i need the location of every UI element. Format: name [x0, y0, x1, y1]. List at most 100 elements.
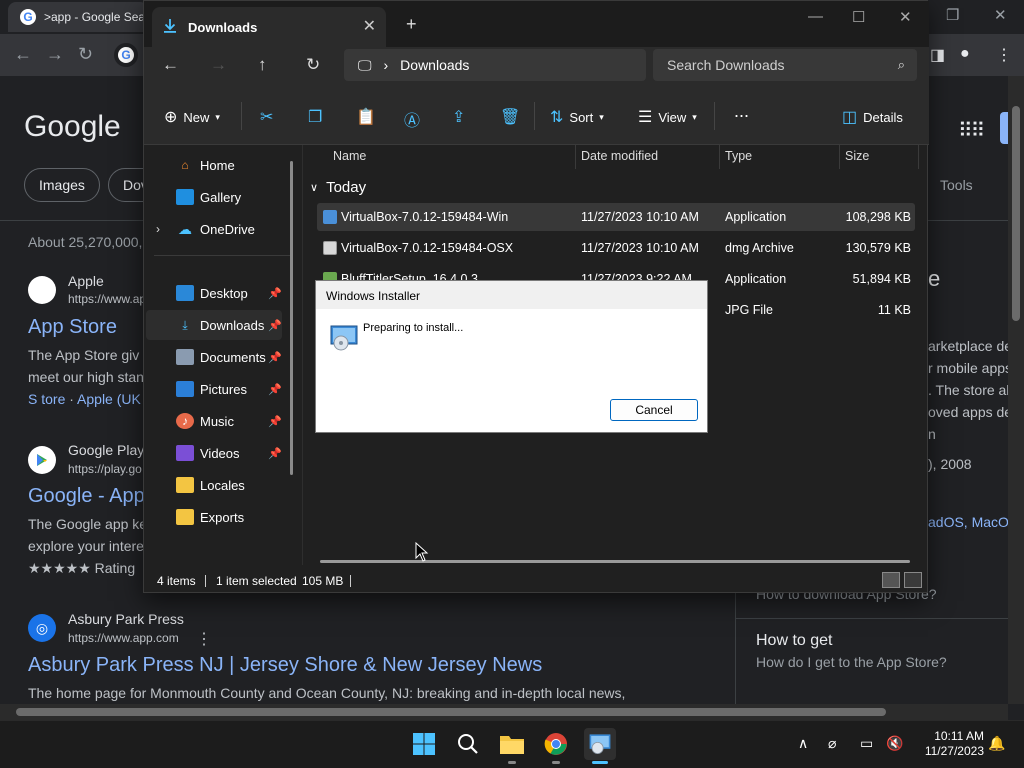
sidebar-item-videos[interactable]: Videos 📌	[146, 438, 282, 468]
kp-platforms[interactable]: adOS, MacO	[928, 514, 1008, 530]
chrome-menu-icon[interactable]: ⋮	[996, 45, 1012, 65]
address-bar[interactable]: 🖵 › Downloads	[344, 49, 646, 81]
rename-button[interactable]: Ⓐ	[404, 107, 420, 131]
cancel-button[interactable]: Cancel	[610, 399, 698, 421]
divider[interactable]	[839, 145, 840, 169]
search-taskbar-button[interactable]	[452, 728, 484, 760]
pin-icon[interactable]: 📌	[268, 415, 282, 428]
divider[interactable]	[719, 145, 720, 169]
chrome-profile-icon[interactable]: ●	[960, 45, 970, 63]
start-button[interactable]	[408, 728, 440, 760]
close-window-icon[interactable]: ✕	[899, 8, 912, 26]
delete-button[interactable]: 🗑	[500, 107, 520, 127]
pin-icon[interactable]: 📌	[268, 287, 282, 300]
sidebar-scrollbar[interactable]	[290, 161, 293, 475]
divider	[241, 102, 242, 130]
chrome-taskbar-button[interactable]	[540, 728, 572, 760]
up-icon[interactable]: ↑	[258, 55, 267, 75]
result-title-link[interactable]: App Store	[28, 316, 117, 339]
result-snippet: The App Store giv	[28, 347, 140, 363]
status-selected: 1 item selected	[216, 574, 297, 588]
more-options-button[interactable]: ...	[734, 101, 749, 122]
view-button[interactable]: ☰ View ▾	[638, 107, 697, 127]
display-icon[interactable]: ▭	[860, 735, 873, 752]
chrome-close-icon[interactable]: ✕	[994, 6, 1007, 24]
file-row[interactable]: VirtualBox-7.0.12-159484-OSX 11/27/2023 …	[317, 234, 915, 262]
sign-in-button[interactable]	[1000, 112, 1008, 144]
sidebar-item-pictures[interactable]: Pictures 📌	[146, 374, 282, 404]
result-sublink[interactable]: S tore	[28, 391, 65, 407]
column-header-date[interactable]: Date modified	[581, 149, 658, 163]
system-clock[interactable]: 10:11 AM 11/27/2023	[914, 729, 984, 759]
paste-button[interactable]: 📋	[356, 107, 376, 127]
chrome-forward-icon[interactable]: →	[46, 44, 64, 65]
result-sublink[interactable]: Apple (UK	[77, 391, 141, 407]
sort-button[interactable]: ⇅ Sort ▾	[550, 107, 604, 127]
sidebar-item-gallery[interactable]: Gallery	[146, 182, 282, 212]
result-more-icon[interactable]: ⋮	[196, 629, 212, 649]
copy-button[interactable]: ❐	[308, 107, 322, 127]
tools-button[interactable]: Tools	[940, 177, 973, 193]
pin-icon[interactable]: 📌	[268, 447, 282, 460]
explorer-tab-downloads[interactable]: Downloads ✕	[152, 7, 386, 47]
google-apps-icon[interactable]: ⠿⠿	[958, 118, 985, 143]
sidebar-item-downloads[interactable]: ⤓ Downloads 📌	[146, 310, 282, 340]
column-header-type[interactable]: Type	[725, 149, 752, 163]
breadcrumb-downloads[interactable]: Downloads	[400, 57, 469, 73]
sidebar-item-onedrive[interactable]: › ☁ OneDrive	[146, 214, 282, 244]
rename-icon: Ⓐ	[404, 113, 421, 130]
file-explorer-taskbar-button[interactable]	[496, 728, 528, 760]
tiles-view-icon[interactable]	[904, 572, 922, 588]
files-horizontal-scrollbar[interactable]	[320, 560, 910, 563]
group-header-today[interactable]: ∨ Today	[310, 179, 366, 196]
faq-question[interactable]: How to get	[756, 632, 832, 650]
chrome-reload-icon[interactable]: ↻	[78, 44, 93, 65]
cut-button[interactable]: ✂	[260, 107, 273, 127]
search-input[interactable]: Search Downloads ⌕	[653, 49, 917, 81]
sidebar-item-music[interactable]: ♪ Music 📌	[146, 406, 282, 436]
chrome-tab[interactable]: G >app - Google Search	[8, 2, 148, 32]
new-button[interactable]: ⊕ New ▾	[164, 107, 220, 127]
pin-icon[interactable]: 📌	[268, 383, 282, 396]
details-view-icon[interactable]	[882, 572, 900, 588]
file-row[interactable]: VirtualBox-7.0.12-159484-Win 11/27/2023 …	[317, 203, 915, 231]
page-horizontal-scrollbar[interactable]	[0, 704, 1008, 720]
sidebar-item-desktop[interactable]: Desktop 📌	[146, 278, 282, 308]
minimize-icon[interactable]: —	[808, 8, 823, 25]
maximize-icon[interactable]: ☐	[852, 8, 865, 26]
sidebar-item-documents[interactable]: Documents 📌	[146, 342, 282, 372]
pin-icon[interactable]: 📌	[268, 319, 282, 332]
details-button[interactable]: ◫ Details	[842, 107, 903, 127]
chrome-sidepanel-icon[interactable]: ◨	[930, 45, 945, 65]
filter-images[interactable]: Images	[24, 168, 100, 202]
refresh-icon[interactable]: ↻	[306, 55, 320, 75]
chrome-back-icon[interactable]: ←	[14, 44, 32, 65]
result-title-link[interactable]: Google - App	[28, 485, 145, 508]
google-logo[interactable]: Google	[24, 110, 121, 144]
sidebar-item-home[interactable]: ⌂ Home	[146, 150, 282, 180]
installer-taskbar-button[interactable]	[584, 728, 616, 760]
forward-icon[interactable]: →	[210, 55, 227, 75]
column-header-name[interactable]: Name	[333, 149, 366, 163]
sidebar-item-locales[interactable]: Locales	[146, 470, 282, 500]
column-header-size[interactable]: Size	[845, 149, 869, 163]
network-offline-icon[interactable]: ⌀	[828, 735, 836, 752]
share-button[interactable]: ⇪	[452, 107, 465, 127]
result-title-link[interactable]: Asbury Park Press NJ | Jersey Shore & Ne…	[28, 654, 542, 677]
divider[interactable]	[575, 145, 576, 169]
pin-icon[interactable]: 📌	[268, 351, 282, 364]
running-indicator	[552, 761, 560, 764]
sidebar-item-label: Exports	[200, 509, 245, 525]
divider[interactable]	[918, 145, 919, 169]
show-hidden-icons-icon[interactable]: ∧	[798, 735, 808, 752]
chrome-restore-icon[interactable]: ❐	[946, 6, 959, 24]
new-tab-icon[interactable]: +	[406, 14, 417, 35]
close-tab-icon[interactable]: ✕	[363, 16, 376, 36]
chevron-right-icon[interactable]: ›	[156, 222, 160, 236]
page-vertical-scrollbar[interactable]	[1008, 76, 1024, 704]
notification-bell-icon[interactable]: 🔔	[988, 735, 1005, 752]
divider	[736, 618, 1008, 619]
volume-muted-icon[interactable]: 🔇	[886, 735, 903, 752]
sidebar-item-exports[interactable]: Exports	[146, 502, 282, 532]
back-icon[interactable]: ←	[162, 55, 179, 75]
